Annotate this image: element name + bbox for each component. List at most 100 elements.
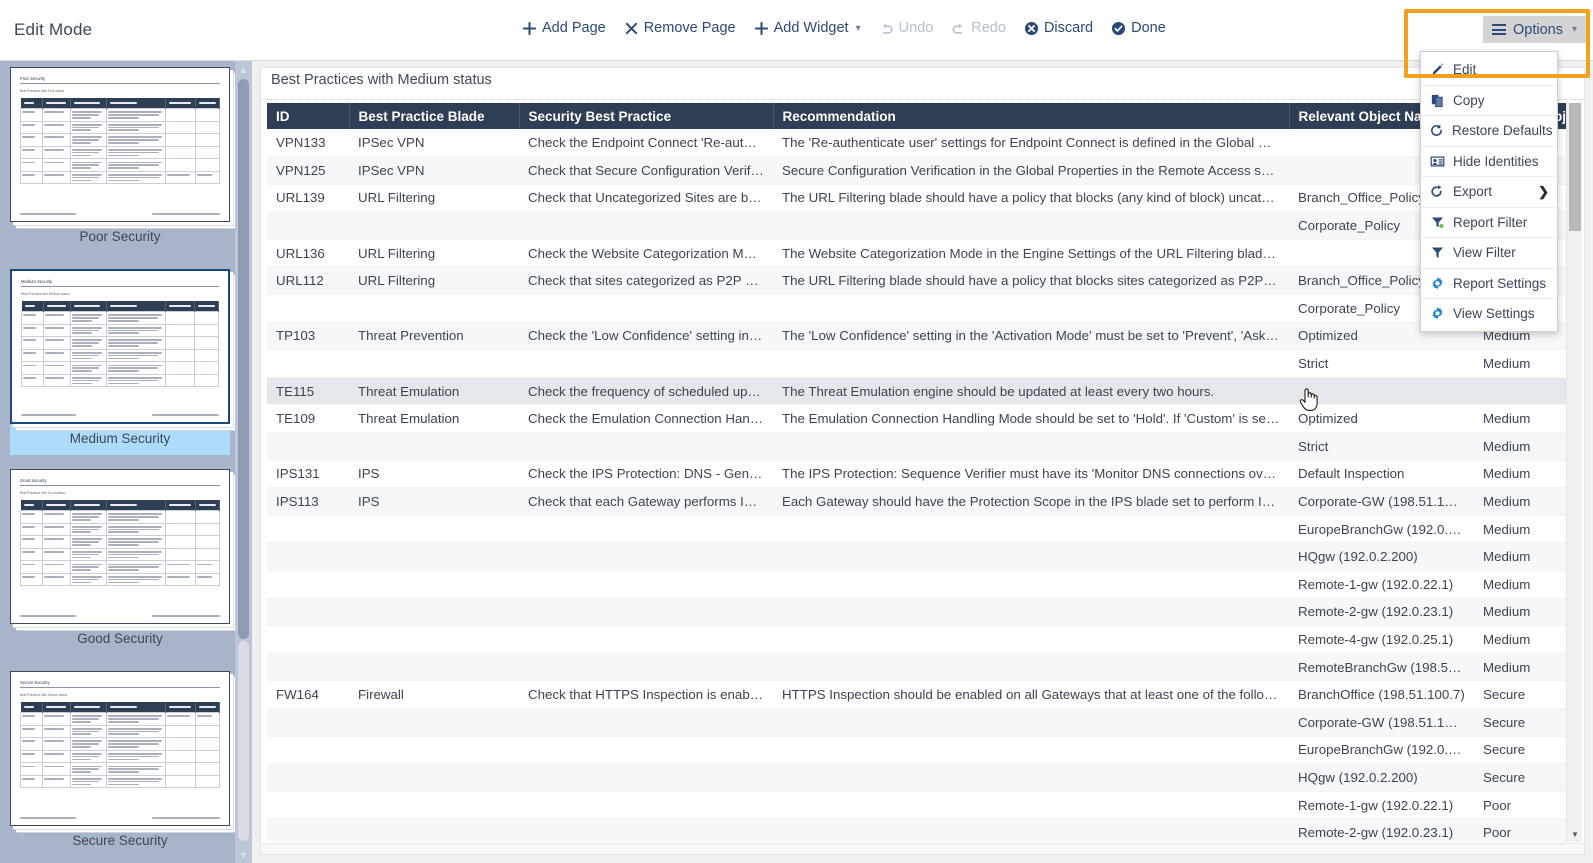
cell-id: IPS113 [267,487,349,516]
cell-blade [349,763,519,792]
cell-practice [519,515,773,544]
thumbnail-preview[interactable]: Poor Security Best Practices with Poor s… [10,67,230,222]
cell-recommendation [773,349,1289,378]
options-dropdown-menu[interactable]: Edit Copy Restore Defaults Hide Identities E… [1420,51,1558,332]
menu-item-report-filter[interactable]: Report Filter [1421,206,1557,238]
thumbnail-preview[interactable]: Medium Security Best Practices with Medi… [10,269,230,424]
table-scrollbar-thumb[interactable] [1569,103,1581,231]
sidebar-scrollbar[interactable]: ▲ ▼ [235,61,252,863]
undo-icon [879,21,894,36]
scroll-down-arrow-icon[interactable]: ▼ [235,846,252,863]
table-horizontal-scrollbar[interactable] [261,843,1584,854]
thumb-table-row [21,361,219,375]
table-row[interactable]: Remote-4-gw (192.0.25.1) Medium [267,625,1570,654]
thumbnail-preview[interactable]: Secure Security Best Practices with Secu… [10,671,230,826]
cell-practice [519,432,773,461]
remove-page-button[interactable]: Remove Page [622,19,738,37]
cell-blade [349,294,519,323]
menu-item-view-filter[interactable]: View Filter [1421,237,1557,268]
menu-item-view-settings[interactable]: View Settings [1421,298,1557,329]
report-table-scroll-area[interactable]: ID Best Practice Blade Security Best Pra… [267,103,1578,842]
menu-item-edit[interactable]: Edit [1421,54,1557,85]
table-row[interactable]: TE109 Threat Emulation Check the Emulation… [267,404,1570,434]
table-row[interactable]: Strict Medium [267,349,1570,378]
table-row[interactable]: VPN133 IPSec VPN Check the Endpoint Connec… [267,129,1570,158]
thumb-table-row [20,170,220,185]
report-widget[interactable]: Best Practices with Medium status ID Bes… [260,67,1585,855]
table-row[interactable]: RemoteBranchGw (198.51.… Medium [267,653,1570,682]
table-row[interactable]: VPN125 IPSec VPN Check that Secure Configu… [267,156,1570,185]
menu-item-restore-defaults[interactable]: Restore Defaults [1421,115,1557,146]
table-row[interactable]: FW164 Firewall Check that HTTPS Inspection… [267,680,1570,709]
table-row[interactable]: Corporate_Policy [267,211,1570,240]
hamburger-icon [1491,24,1506,35]
undo-button-label: Undo [898,20,934,36]
cell-object-status: Medium [1474,515,1570,544]
thumb-table-row [20,158,220,172]
column-header-id[interactable]: ID [267,103,350,129]
scroll-down-arrow-icon[interactable]: ▼ [1567,826,1583,842]
column-header-security-best-practice[interactable]: Security Best Practice [519,103,774,129]
table-row[interactable]: TE115 Threat Emulation Check the frequency… [267,377,1570,406]
table-vertical-scrollbar[interactable]: ▼ [1566,103,1582,842]
cell-object-status: Secure [1474,680,1570,709]
page-thumbnail-sidebar[interactable]: Poor Security Best Practices with Poor s… [0,61,252,863]
page-thumbnail-3[interactable]: Good Security Best Practices with Good s… [10,469,230,655]
cell-object-name: RemoteBranchGw (198.51.… [1289,653,1474,682]
column-header-recommendation[interactable]: Recommendation [773,103,1290,129]
thumbnail-preview[interactable]: Good Security Best Practices with Good s… [10,469,230,624]
menu-item-export[interactable]: Export ❯ [1421,176,1557,207]
table-row[interactable]: Remote-1-gw (192.0.22.1) Medium [267,570,1570,599]
table-row[interactable]: IPS131 IPS Check the IPS Protection: DNS -… [267,460,1570,489]
cell-recommendation [773,598,1289,627]
sidebar-scrollbar-thumb[interactable] [238,79,249,639]
table-row[interactable]: HQgw (192.0.2.200) Medium [267,542,1570,571]
table-row[interactable]: URL112 URL Filtering Check that sites cate… [267,266,1570,296]
cell-practice: Check the 'Low Confidence' setting in Th… [519,322,773,351]
discard-button[interactable]: Discard [1022,19,1095,37]
table-row[interactable]: HQgw (192.0.2.200) Secure [267,763,1570,792]
table-row[interactable]: Strict Medium [267,432,1570,461]
cell-recommendation [773,763,1289,792]
cell-id: FW164 [267,680,349,709]
cell-object-status: Medium [1474,653,1570,682]
thumbnail-subtitle: Best Practices with Good status [20,491,65,495]
table-row[interactable]: URL139 URL Filtering Check that Uncategori… [267,184,1570,213]
funnel-dot-icon [1429,215,1445,230]
table-row[interactable]: Remote-1-gw (192.0.22.1) Poor [267,791,1570,820]
scroll-up-arrow-icon[interactable]: ▲ [235,61,252,78]
page-thumbnail-4[interactable]: Secure Security Best Practices with Secu… [10,671,230,857]
column-header-best-practice-blade[interactable]: Best Practice Blade [349,103,520,129]
table-row[interactable]: Corporate_Policy [267,294,1570,323]
menu-item-copy[interactable]: Copy [1421,84,1557,116]
cell-id [267,736,349,765]
menu-item-report-settings[interactable]: Report Settings [1421,267,1557,299]
cell-practice: Check that sites categorized as P2P File… [519,266,773,296]
menu-item-hide-identities[interactable]: Hide Identities [1421,145,1557,177]
table-row[interactable]: Remote-2-gw (192.0.23.1) Poor [267,818,1570,842]
menu-item-view-filter-label: View Filter [1453,245,1516,261]
sidebar-scrollbar-track-lower[interactable] [238,641,249,841]
cell-object-name: HQgw (192.0.2.200) [1289,763,1474,792]
table-row[interactable]: EuropeBranchGw (192.0.2.… Medium [267,515,1570,544]
cell-recommendation [773,211,1289,240]
cell-blade: IPSec VPN [349,156,519,185]
table-row[interactable]: TP103 Threat Prevention Check the 'Low Con… [267,322,1570,351]
remove-page-button-label: Remove Page [643,20,736,36]
table-row[interactable]: EuropeBranchGw (192.0.2.… Secure [267,736,1570,765]
cell-id [267,763,349,792]
done-button[interactable]: Done [1109,19,1168,37]
table-row[interactable]: URL136 URL Filtering Check the Website Cat… [267,239,1570,268]
page-thumbnail-1[interactable]: Poor Security Best Practices with Poor s… [10,67,230,253]
table-row[interactable]: IPS113 IPS Check that each Gateway perform… [267,487,1570,516]
cell-blade [349,818,519,842]
table-row[interactable]: Remote-2-gw (192.0.23.1) Medium [267,598,1570,627]
table-row[interactable]: Corporate-GW (198.51.100… Secure [267,708,1570,737]
page-thumbnail-2[interactable]: Medium Security Best Practices with Medi… [10,269,230,455]
options-button[interactable]: Options ▾ [1482,16,1587,43]
add-widget-button[interactable]: Add Widget ▾ [752,19,863,37]
done-button-label: Done [1131,20,1166,36]
add-page-button[interactable]: Add Page [520,19,608,37]
thumbnail-mini-table [20,500,220,587]
thumb-table-row [20,724,220,739]
